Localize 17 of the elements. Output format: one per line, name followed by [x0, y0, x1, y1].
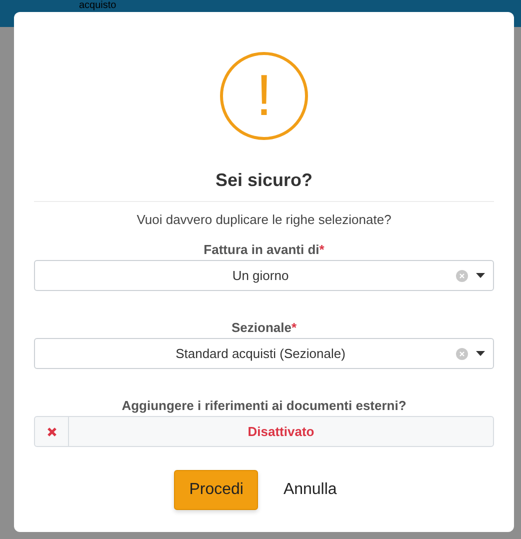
caret-icon[interactable]	[476, 351, 485, 356]
dialog-title: Sei sicuro?	[34, 170, 494, 202]
toggle-button[interactable]: Disattivato	[34, 416, 494, 447]
select-field[interactable]: Standard acquisti (Sezionale)	[34, 338, 494, 369]
required-mark: *	[319, 242, 324, 257]
required-mark: *	[291, 320, 297, 335]
field-label: Fattura in avanti di	[204, 242, 320, 257]
header-text: acquisto	[79, 0, 116, 11]
field-label: Aggiungere i riferimenti ai documenti esterni?	[122, 398, 406, 413]
proceed-button[interactable]: Procedi	[174, 470, 258, 510]
cross-icon	[46, 426, 56, 436]
field-label: Sezionale	[231, 320, 292, 335]
warning-icon: !	[220, 52, 308, 140]
caret-icon[interactable]	[476, 273, 485, 278]
dialog-message: Vuoi davvero duplicare le righe selezionate?	[136, 212, 392, 227]
cancel-button[interactable]: Annulla	[266, 470, 354, 510]
select-field[interactable]: Un giorno	[34, 260, 494, 291]
